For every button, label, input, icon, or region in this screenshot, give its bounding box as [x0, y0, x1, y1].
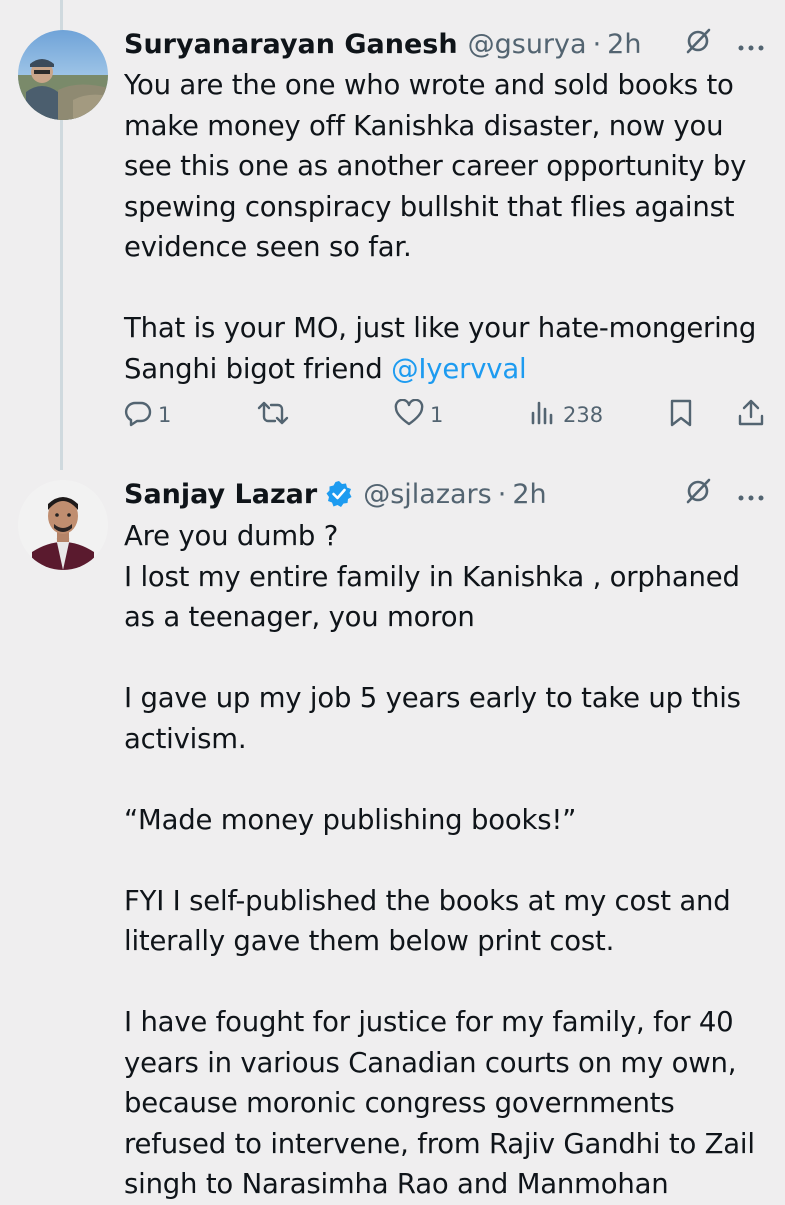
tweet-body: You are the one who wrote and sold books…	[124, 69, 757, 385]
display-name[interactable]: Suryanarayan Ganesh	[124, 29, 458, 60]
share-button[interactable]	[737, 395, 765, 435]
views-icon	[529, 399, 557, 432]
reply-icon	[124, 399, 152, 432]
reply-count: 1	[158, 403, 172, 427]
avatar[interactable]	[18, 30, 108, 120]
timestamp[interactable]: 2h	[512, 479, 546, 510]
tweet-text: Are you dumb ? I lost my entire family i…	[124, 520, 755, 1200]
user-handle[interactable]: @sjlazars	[363, 479, 492, 510]
grok-icon[interactable]	[683, 26, 713, 63]
reply-button[interactable]: 1	[124, 395, 171, 435]
bookmark-button[interactable]	[668, 395, 694, 435]
separator-dot: ·	[497, 478, 507, 510]
reply-tweet-2[interactable]: Sanjay Lazar @sjlazars · 2h Are you dumb…	[0, 470, 785, 1200]
user-handle[interactable]: @gsurya	[468, 29, 587, 60]
verified-badge-icon	[325, 480, 353, 508]
timestamp[interactable]: 2h	[607, 29, 641, 60]
action-bar: 1 1 238	[124, 395, 769, 435]
repost-icon	[257, 399, 289, 432]
views-count: 238	[563, 403, 604, 427]
views-button[interactable]: 238	[529, 395, 603, 435]
tweet-header: Suryanarayan Ganesh @gsurya · 2h	[124, 24, 765, 64]
tweet-header: Sanjay Lazar @sjlazars · 2h	[124, 474, 765, 514]
like-button[interactable]: 1	[394, 395, 443, 435]
like-icon	[394, 398, 424, 432]
separator-dot: ·	[592, 28, 602, 60]
share-icon	[737, 398, 765, 433]
bookmark-icon	[668, 398, 694, 433]
grok-icon[interactable]	[683, 476, 713, 513]
more-icon[interactable]	[737, 29, 765, 60]
mention-link[interactable]: @Iyervval	[391, 353, 527, 385]
more-icon[interactable]	[737, 479, 765, 510]
like-count: 1	[430, 403, 444, 427]
avatar[interactable]	[18, 480, 108, 570]
repost-button[interactable]	[257, 395, 295, 435]
display-name[interactable]: Sanjay Lazar	[124, 479, 317, 510]
tweet-text: You are the one who wrote and sold books…	[124, 65, 765, 389]
reply-tweet-1[interactable]: Suryanarayan Ganesh @gsurya · 2h You are…	[0, 0, 785, 470]
